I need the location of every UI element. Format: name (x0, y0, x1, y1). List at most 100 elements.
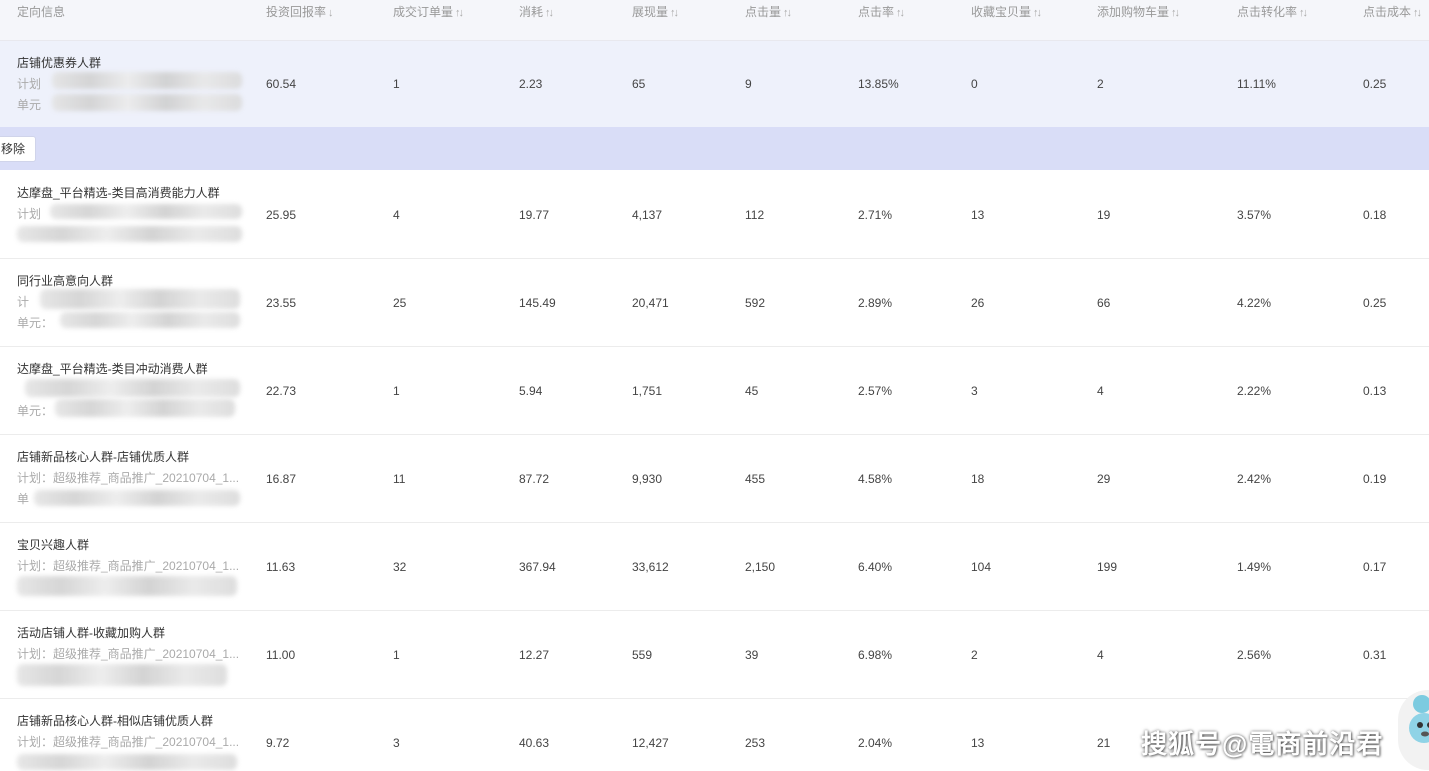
cpc-value: 0.25 (1363, 296, 1387, 310)
batch-action-bar: 移除 (0, 127, 1429, 170)
cpc-value: 0.25 (1363, 77, 1387, 91)
orders-value: 25 (393, 296, 407, 310)
table-row[interactable]: 达摩盘_平台精选-类目高消费能力人群 计划 25.95 4 19.77 4,13… (0, 171, 1429, 259)
cvr-value: 11.11% (1237, 77, 1276, 91)
cart-value: 66 (1097, 296, 1111, 310)
column-header-ctr[interactable]: 点击率 ↑↓ (858, 3, 905, 20)
sort-icon[interactable]: ↑↓ (783, 7, 792, 19)
redacted-blur (40, 289, 240, 309)
table-row[interactable]: 店铺新品核心人群-店铺优质人群 计划：超级推荐_商品推广_20210704_1.… (0, 435, 1429, 523)
plan-label: 计划：超级推荐_商品推广_20210704_1... (17, 735, 240, 749)
redacted-blur (52, 72, 242, 89)
column-header-cost[interactable]: 消耗 ↑↓ (519, 3, 554, 20)
cpc-value: 0.19 (1363, 472, 1387, 486)
table-header: 定向信息 投资回报率 ↓ 成交订单量 ↑↓ 消耗 ↑↓ 展现量 ↑↓ 点击量 ↑↓ 点击率… (0, 0, 1429, 41)
targeting-name: 店铺新品核心人群-店铺优质人群 (17, 450, 189, 464)
ctr-value: 4.58% (858, 472, 893, 486)
sort-icon[interactable]: ↑↓ (1299, 7, 1308, 19)
mascot-icon (1398, 690, 1429, 770)
ctr-value: 6.98% (858, 648, 893, 662)
sort-icon[interactable]: ↑↓ (455, 7, 464, 19)
roi-value: 16.87 (266, 472, 297, 486)
table-row[interactable]: 达摩盘_平台精选-类目冲动消费人群 单元： 22.73 1 5.94 1,751… (0, 347, 1429, 435)
redacted-blur (34, 490, 240, 506)
impressions-value: 9,930 (632, 472, 663, 486)
column-header-cart[interactable]: 添加购物车量 ↑↓ (1097, 3, 1180, 20)
sort-icon[interactable]: ↑↓ (1413, 7, 1422, 19)
column-header-orders[interactable]: 成交订单量 ↑↓ (393, 3, 464, 20)
sort-icon[interactable]: ↑↓ (670, 7, 679, 19)
targeting-name: 活动店铺人群-收藏加购人群 (17, 626, 165, 640)
favorites-value: 0 (971, 77, 978, 91)
table-row[interactable]: 店铺优惠券人群 计划 单元 60.54 1 2.23 65 9 13.85% 0… (0, 41, 1429, 127)
orders-value: 32 (393, 560, 407, 574)
table-row[interactable]: 同行业高意向人群 计 单元： 23.55 25 145.49 20,471 59… (0, 259, 1429, 347)
clicks-value: 9 (745, 77, 752, 91)
sort-icon[interactable]: ↑↓ (896, 7, 905, 19)
remove-button[interactable]: 移除 (0, 136, 37, 162)
clicks-value: 112 (745, 208, 765, 222)
cvr-value: 1.49% (1237, 560, 1272, 574)
ctr-value: 2.04% (858, 736, 893, 750)
sort-icon[interactable]: ↑↓ (545, 7, 554, 19)
plan-label: 计划：超级推荐_商品推广_20210704_1... (17, 559, 240, 573)
clicks-value: 592 (745, 296, 766, 310)
targeting-name: 达摩盘_平台精选-类目高消费能力人群 (17, 186, 220, 200)
cpc-value: 0.31 (1363, 648, 1387, 662)
redacted-blur (17, 576, 237, 596)
column-header-cpc[interactable]: 点击成本 ↑↓ (1363, 3, 1422, 20)
redacted-blur (17, 226, 242, 242)
cvr-value: 2.56% (1237, 648, 1272, 662)
ctr-value: 2.89% (858, 296, 893, 310)
cost-value: 19.77 (519, 208, 550, 222)
redacted-blur (17, 754, 237, 770)
sort-icon[interactable]: ↑↓ (1171, 7, 1180, 19)
roi-value: 60.54 (266, 77, 297, 91)
ctr-value: 2.71% (858, 208, 893, 222)
clicks-value: 39 (745, 648, 759, 662)
clicks-value: 45 (745, 384, 759, 398)
impressions-value: 20,471 (632, 296, 669, 310)
favorites-value: 26 (971, 296, 985, 310)
roi-value: 11.63 (266, 560, 296, 574)
impressions-value: 1,751 (632, 384, 663, 398)
cpc-value: 0.13 (1363, 384, 1387, 398)
targeting-name: 达摩盘_平台精选-类目冲动消费人群 (17, 362, 208, 376)
column-header-clicks[interactable]: 点击量 ↑↓ (745, 3, 792, 20)
plan-label: 计划：超级推荐_商品推广_20210704_1... (17, 471, 240, 485)
favorites-value: 3 (971, 384, 978, 398)
column-header-cvr[interactable]: 点击转化率 ↑↓ (1237, 3, 1308, 20)
sort-icon[interactable]: ↑↓ (1033, 7, 1042, 19)
table-row[interactable]: 宝贝兴趣人群 计划：超级推荐_商品推广_20210704_1... 11.63 … (0, 523, 1429, 611)
table-row[interactable]: 活动店铺人群-收藏加购人群 计划：超级推荐_商品推广_20210704_1...… (0, 611, 1429, 699)
cvr-value: 4.22% (1237, 296, 1272, 310)
cart-value: 21 (1097, 736, 1111, 750)
cart-value: 29 (1097, 472, 1111, 486)
cvr-value: 2.22% (1237, 384, 1272, 398)
cost-value: 367.94 (519, 560, 556, 574)
column-header-roi[interactable]: 投资回报率 ↓ (266, 3, 333, 20)
cost-value: 5.94 (519, 384, 543, 398)
targeting-name: 店铺优惠券人群 (17, 56, 102, 70)
cart-value: 4 (1097, 648, 1104, 662)
column-header-impressions[interactable]: 展现量 ↑↓ (632, 3, 679, 20)
cart-value: 4 (1097, 384, 1104, 398)
roi-value: 9.72 (266, 736, 290, 750)
impressions-value: 559 (632, 648, 653, 662)
sort-desc-icon[interactable]: ↓ (328, 7, 333, 19)
cost-value: 2.23 (519, 77, 543, 91)
redacted-blur (17, 664, 227, 686)
orders-value: 3 (393, 736, 400, 750)
orders-value: 1 (393, 384, 400, 398)
column-header-favorites[interactable]: 收藏宝贝量 ↑↓ (971, 3, 1042, 20)
column-header-info: 定向信息 (17, 5, 66, 19)
redacted-blur (50, 204, 242, 219)
orders-value: 1 (393, 77, 400, 91)
ctr-value: 13.85% (858, 77, 899, 91)
mouse-icon (1409, 695, 1429, 743)
cpc-value: 0.18 (1363, 208, 1387, 222)
cvr-value: 2.42% (1237, 472, 1272, 486)
favorites-value: 104 (971, 560, 992, 574)
roi-value: 25.95 (266, 208, 297, 222)
cart-value: 199 (1097, 560, 1118, 574)
